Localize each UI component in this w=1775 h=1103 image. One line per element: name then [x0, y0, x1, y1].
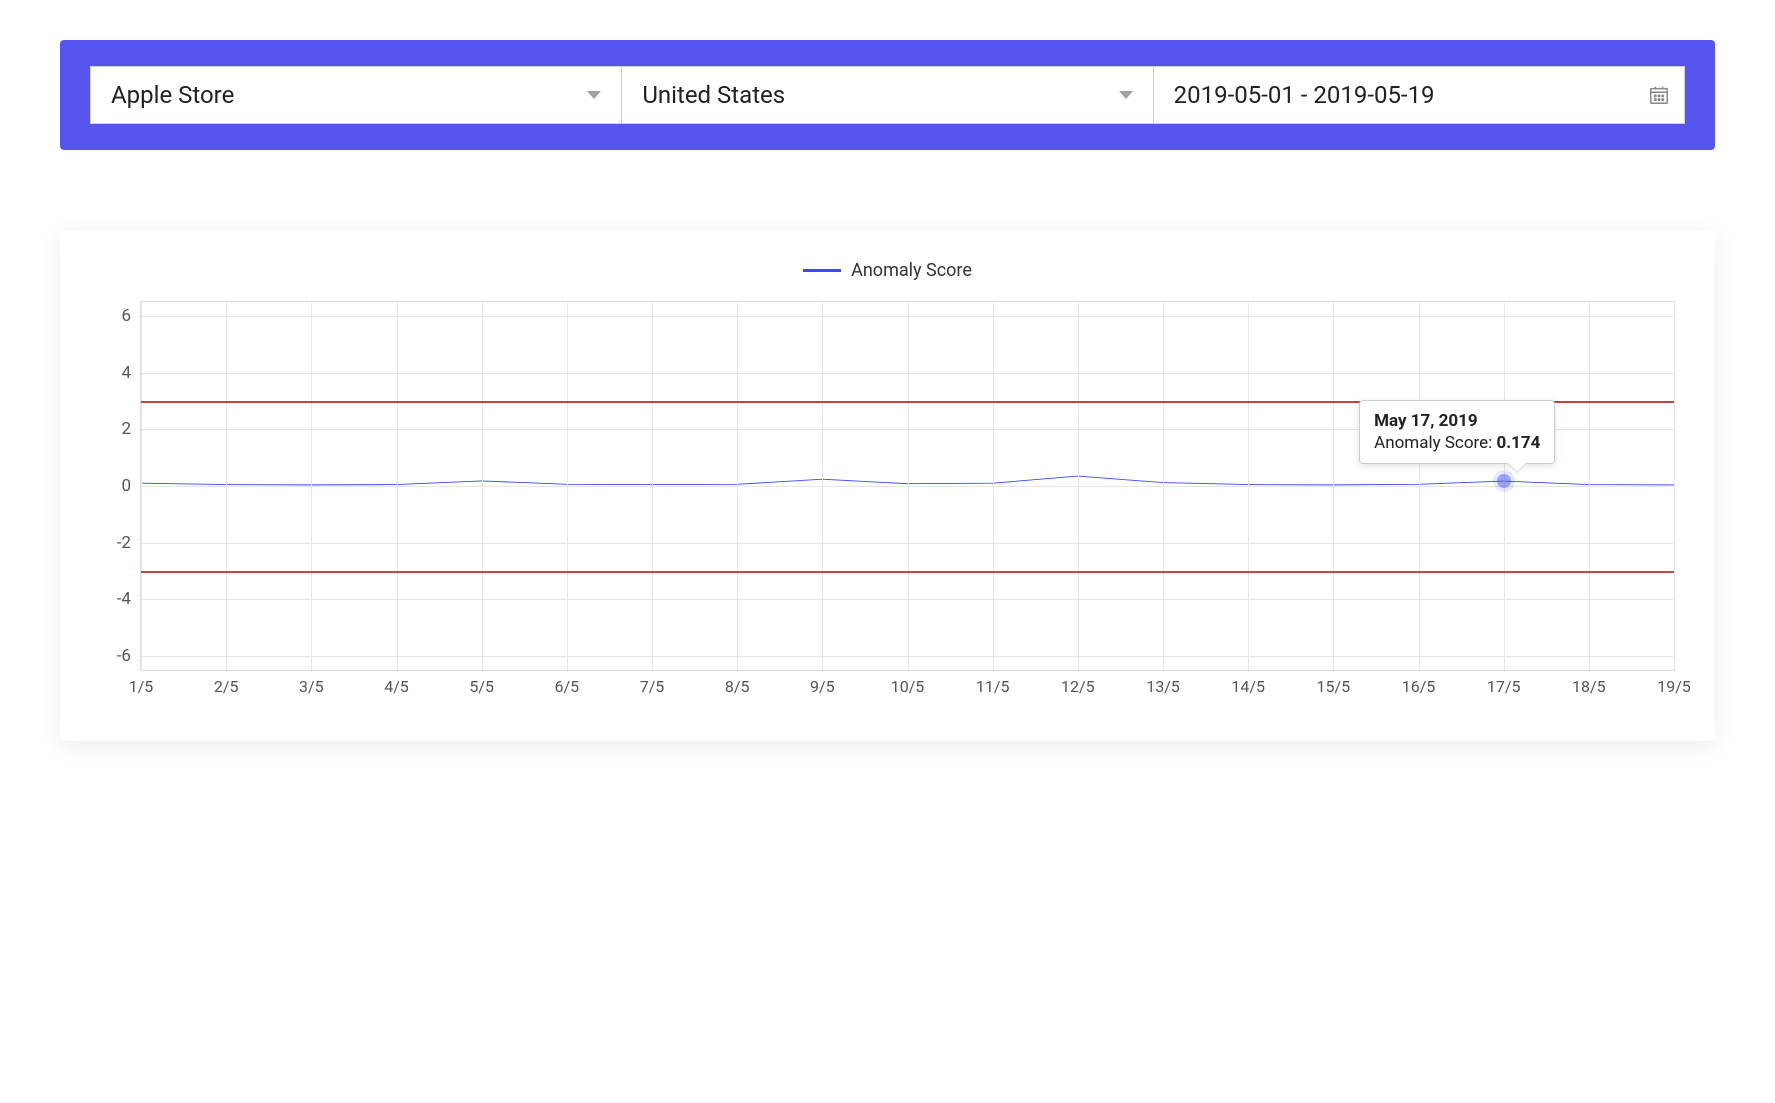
x-tick-label: 10/5	[891, 677, 925, 696]
y-tick-label: 2	[101, 419, 131, 439]
y-tick-label: -6	[101, 646, 131, 666]
y-tick-label: 4	[101, 363, 131, 383]
x-tick-label: 13/5	[1146, 677, 1180, 696]
plot-area: -6-4-202461/52/53/54/55/56/57/58/59/510/…	[140, 301, 1675, 671]
chevron-down-icon	[1119, 91, 1133, 99]
gridline-v	[482, 302, 483, 670]
x-tick-label: 1/5	[129, 677, 154, 696]
chart-card: Anomaly Score -6-4-202461/52/53/54/55/56…	[60, 230, 1715, 741]
calendar-icon	[1648, 84, 1670, 106]
legend-label: Anomaly Score	[851, 260, 972, 281]
threshold-line	[141, 571, 1674, 573]
date-range-value: 2019-05-01 - 2019-05-19	[1174, 81, 1435, 109]
gridline-v	[1333, 302, 1334, 670]
x-tick-label: 2/5	[214, 677, 239, 696]
gridline-v	[1163, 302, 1164, 670]
gridline-v	[1419, 302, 1420, 670]
tooltip-label: Anomaly Score:	[1374, 433, 1496, 453]
y-tick-label: 6	[101, 306, 131, 326]
x-tick-label: 5/5	[469, 677, 494, 696]
date-range-picker[interactable]: 2019-05-01 - 2019-05-19	[1154, 66, 1685, 124]
x-tick-label: 12/5	[1061, 677, 1095, 696]
x-tick-label: 15/5	[1317, 677, 1351, 696]
legend-swatch	[803, 269, 841, 272]
y-tick-label: -4	[101, 589, 131, 609]
chart-legend: Anomaly Score	[90, 260, 1685, 281]
tooltip-row: Anomaly Score: 0.174	[1374, 433, 1540, 453]
x-tick-label: 19/5	[1657, 677, 1691, 696]
y-tick-label: -2	[101, 533, 131, 553]
x-tick-label: 18/5	[1572, 677, 1606, 696]
x-tick-label: 7/5	[640, 677, 665, 696]
x-tick-label: 11/5	[976, 677, 1010, 696]
gridline-v	[567, 302, 568, 670]
highlight-marker	[1497, 474, 1511, 488]
gridline-v	[1078, 302, 1079, 670]
chart-tooltip: May 17, 2019Anomaly Score: 0.174	[1359, 400, 1555, 464]
gridline-v	[737, 302, 738, 670]
x-tick-label: 17/5	[1487, 677, 1521, 696]
gridline-v	[908, 302, 909, 670]
chart-area[interactable]: -6-4-202461/52/53/54/55/56/57/58/59/510/…	[140, 301, 1675, 701]
gridline-v	[652, 302, 653, 670]
gridline-v	[311, 302, 312, 670]
x-tick-label: 14/5	[1231, 677, 1265, 696]
x-tick-label: 3/5	[299, 677, 324, 696]
x-tick-label: 4/5	[384, 677, 409, 696]
store-select-value: Apple Store	[111, 81, 234, 109]
gridline-v	[1589, 302, 1590, 670]
store-select[interactable]: Apple Store	[90, 66, 622, 124]
gridline-v	[1248, 302, 1249, 670]
filter-bar: Apple Store United States 2019-05-01 - 2…	[60, 40, 1715, 150]
gridline-v	[226, 302, 227, 670]
x-tick-label: 9/5	[810, 677, 835, 696]
gridline-v	[993, 302, 994, 670]
country-select[interactable]: United States	[622, 66, 1153, 124]
x-tick-label: 16/5	[1402, 677, 1436, 696]
x-tick-label: 6/5	[555, 677, 580, 696]
gridline-v	[822, 302, 823, 670]
chevron-down-icon	[587, 91, 601, 99]
tooltip-date: May 17, 2019	[1374, 411, 1540, 431]
gridline-v	[397, 302, 398, 670]
x-tick-label: 8/5	[725, 677, 750, 696]
gridline-v	[1674, 302, 1675, 670]
country-select-value: United States	[642, 81, 785, 109]
tooltip-value: 0.174	[1496, 433, 1540, 453]
gridline-v	[141, 302, 142, 670]
y-tick-label: 0	[101, 476, 131, 496]
